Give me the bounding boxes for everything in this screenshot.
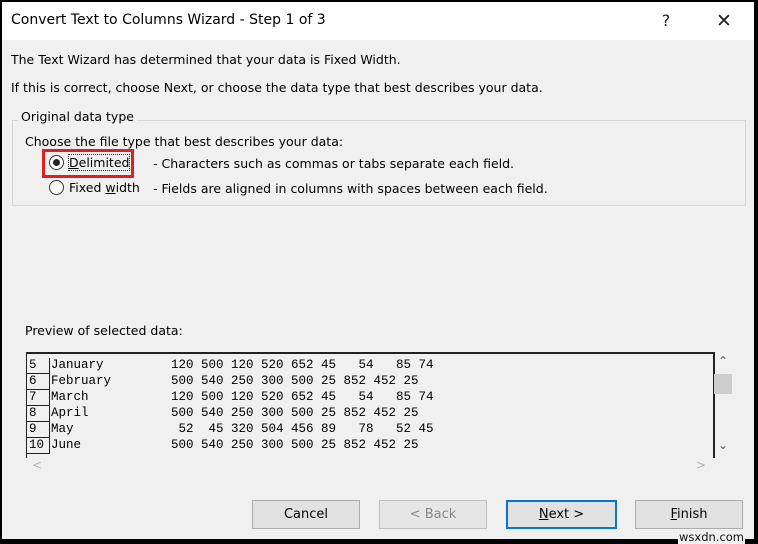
row-text: June 500 540 250 300 500 25 852 452 25 (51, 438, 419, 452)
next-button[interactable]: Next > (506, 500, 617, 529)
scroll-thumb[interactable] (714, 374, 732, 394)
preview-row: 5 January 120 500 120 520 652 45 54 85 74 (27, 358, 713, 374)
dialog-title: Convert Text to Columns Wizard - Step 1 … (11, 12, 326, 28)
preview-row: 6 February 500 540 250 300 500 25 852 452… (27, 374, 713, 390)
row-text: April 500 540 250 300 500 25 852 452 25 (51, 406, 419, 420)
scroll-up-icon[interactable]: ⌃ (713, 354, 733, 368)
row-number: 10 (27, 438, 50, 454)
back-button[interactable]: < Back (379, 500, 487, 529)
preview-pane[interactable]: 5 January 120 500 120 520 652 45 54 85 74… (26, 352, 715, 458)
title-bar: Convert Text to Columns Wizard - Step 1 … (2, 2, 754, 40)
delimited-description: - Characters such as commas or tabs sepa… (153, 156, 515, 171)
row-text: February 500 540 250 300 500 25 852 452 … (51, 374, 419, 388)
preview-row: 7 March 120 500 120 520 652 45 54 85 74 (27, 390, 713, 406)
wizard-dialog: Convert Text to Columns Wizard - Step 1 … (2, 2, 754, 544)
cancel-button[interactable]: Cancel (252, 500, 360, 529)
vertical-scrollbar[interactable]: ⌃ ⌄ (713, 354, 733, 454)
close-icon[interactable]: ✕ (702, 6, 746, 36)
scroll-left-icon[interactable]: < (32, 458, 42, 472)
file-type-prompt: Choose the file type that best describes… (25, 134, 344, 149)
help-icon[interactable]: ? (644, 6, 688, 36)
row-number: 8 (27, 406, 50, 422)
intro-line-2: If this is correct, choose Next, or choo… (11, 80, 543, 95)
finish-button[interactable]: Finish (635, 500, 743, 529)
row-text: March 120 500 120 520 652 45 54 85 74 (51, 390, 434, 404)
highlight-box (42, 149, 134, 178)
row-text: May 52 45 320 504 456 89 78 52 45 (51, 422, 434, 436)
group-legend: Original data type (18, 109, 137, 124)
radio-button-fixed-width[interactable] (49, 180, 64, 195)
horizontal-scrollbar[interactable]: < > (26, 458, 712, 476)
row-number: 5 (27, 358, 50, 374)
row-number: 7 (27, 390, 50, 406)
row-number: 9 (27, 422, 50, 438)
preview-row: 9 May 52 45 320 504 456 89 78 52 45 (27, 422, 713, 438)
row-text: January 120 500 120 520 652 45 54 85 74 (51, 358, 434, 372)
preview-row: 8 April 500 540 250 300 500 25 852 452 25 (27, 406, 713, 422)
radio-label-fixed-width[interactable]: Fixed width (69, 180, 140, 195)
preview-label: Preview of selected data: (25, 323, 183, 338)
scroll-right-icon[interactable]: > (696, 458, 706, 472)
preview-row: 10 June 500 540 250 300 500 25 852 452 25 (27, 438, 713, 454)
scroll-down-icon[interactable]: ⌄ (713, 438, 733, 452)
intro-line-1: The Text Wizard has determined that your… (11, 52, 401, 67)
row-number: 6 (27, 374, 50, 390)
watermark: wsxdn.com (678, 530, 746, 544)
fixed-width-description: - Fields are aligned in columns with spa… (153, 181, 548, 196)
